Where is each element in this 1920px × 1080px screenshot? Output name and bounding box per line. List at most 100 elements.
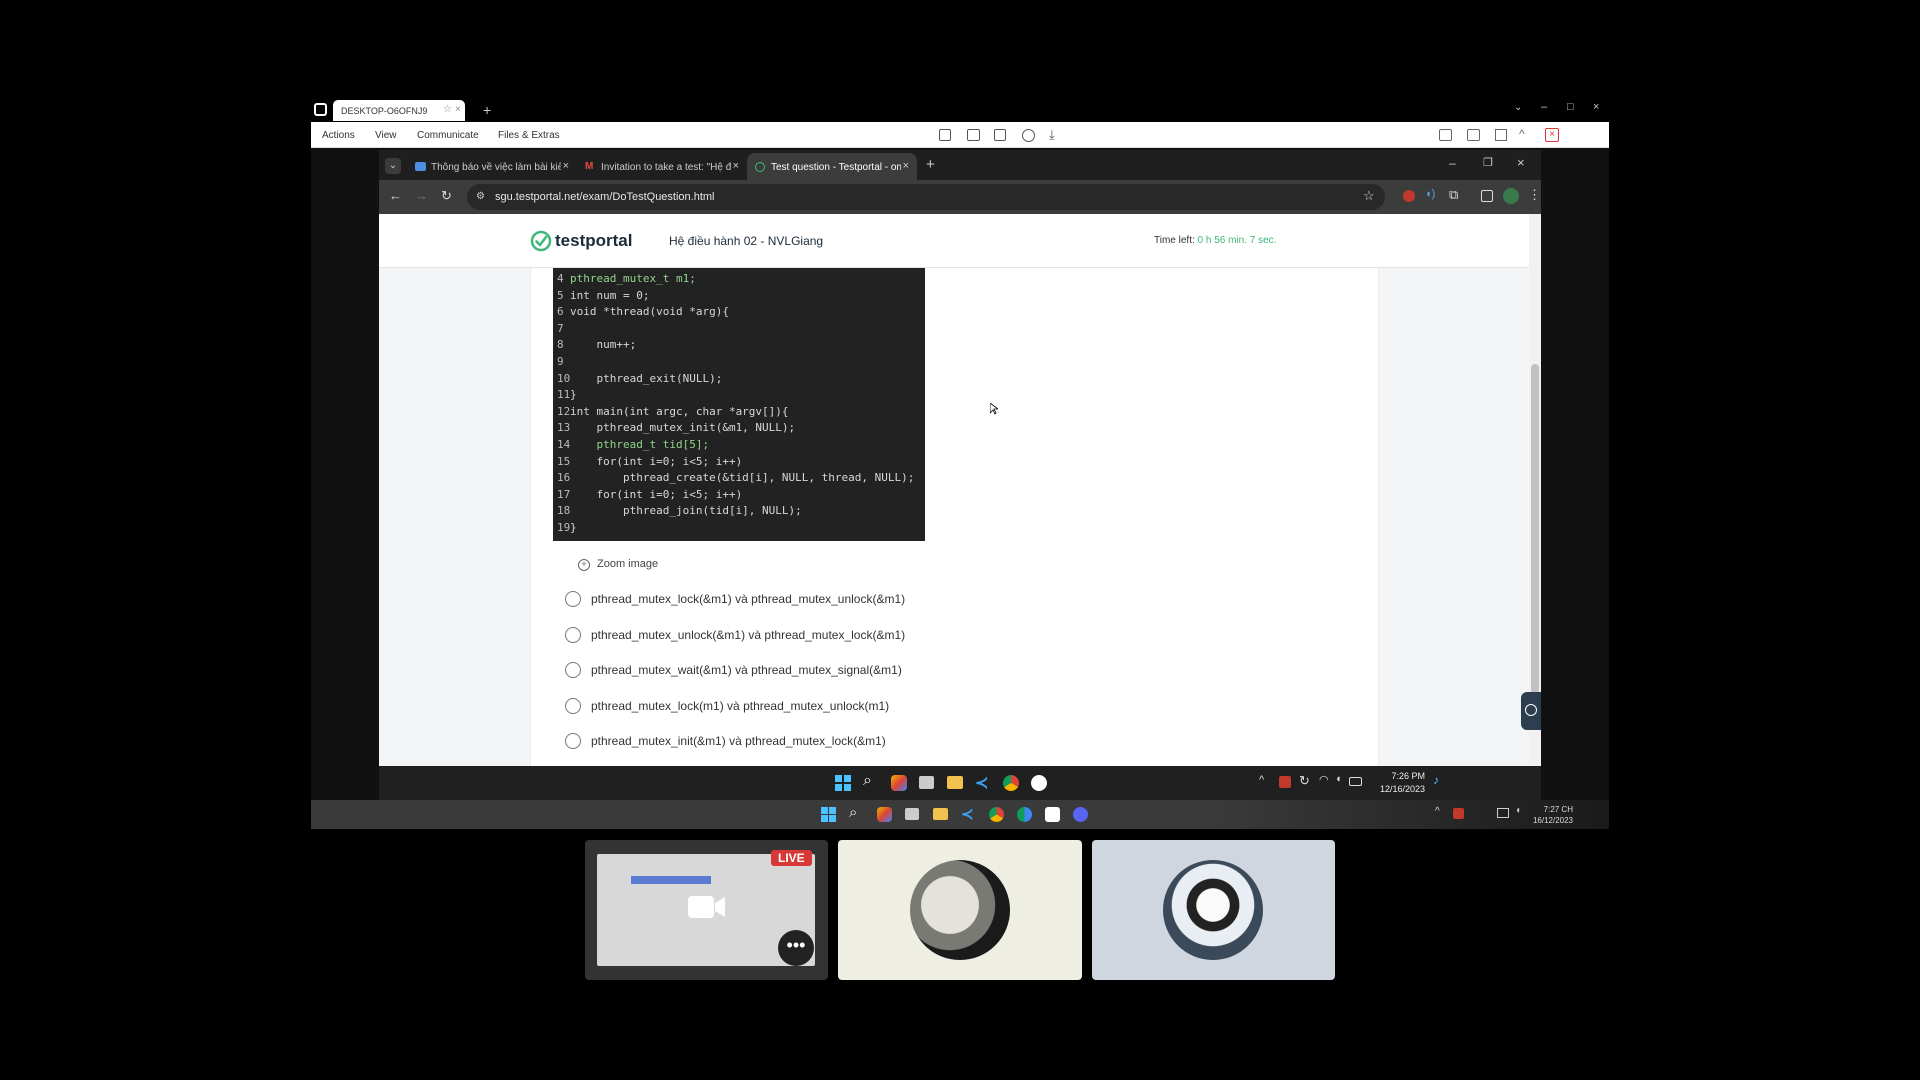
menu-dots-icon[interactable]: ⋮ xyxy=(1528,187,1541,203)
page-scrollbar[interactable] xyxy=(1529,214,1541,766)
radio-button[interactable] xyxy=(565,626,581,643)
close-tab-icon[interactable]: × xyxy=(563,160,569,172)
radio-button[interactable] xyxy=(565,733,581,749)
code-text: for(int i=0; i<5; i++) xyxy=(570,454,743,468)
tray-app-icon[interactable] xyxy=(1279,776,1291,788)
forward-icon[interactable]: → xyxy=(415,188,428,203)
new-tab-icon[interactable]: + xyxy=(926,156,935,173)
bookmark-star-icon[interactable]: ☆ xyxy=(1363,188,1375,204)
fullscreen-icon[interactable] xyxy=(1495,129,1507,141)
outer-task-view-icon[interactable] xyxy=(905,808,919,820)
close-tab-icon[interactable]: × xyxy=(733,160,739,172)
line-number: 19 xyxy=(557,521,571,534)
tab-search-icon[interactable]: ⌄ xyxy=(385,158,401,174)
radio-button[interactable] xyxy=(565,591,581,607)
download-icon[interactable]: ⤓ xyxy=(1049,127,1055,143)
video-camera-icon xyxy=(688,896,725,918)
search-icon[interactable]: ⌕ xyxy=(863,772,872,790)
speaker-extension-icon[interactable]: ◖) xyxy=(1425,188,1435,200)
close-window-icon[interactable]: × xyxy=(1593,101,1599,113)
outer-clock[interactable]: 7:27 CH 16/12/2023 xyxy=(1521,804,1573,826)
outer-tray-app-icon[interactable] xyxy=(1453,808,1464,819)
code-image[interactable]: 4 pthread_mutex_t m1; 5 int num = 0; 6 void *… xyxy=(553,268,925,541)
tab-invitation[interactable]: M Invitation to take a test: "Hệ điề × xyxy=(577,153,747,180)
side-panel-icon[interactable] xyxy=(1481,190,1493,202)
chevron-down-icon[interactable]: ⌄ xyxy=(1514,102,1522,113)
menu-communicate[interactable]: Communicate xyxy=(417,130,479,141)
more-options-icon[interactable]: ••• xyxy=(778,930,814,966)
radio-button[interactable] xyxy=(565,697,581,714)
extensions-icon[interactable]: ⧉ xyxy=(1449,187,1458,203)
remote-session-tab[interactable]: DESKTOP-O6OFNJ9 ☆ × xyxy=(333,100,465,121)
minimize-icon[interactable]: – xyxy=(1541,101,1547,113)
outer-monitor-icon[interactable] xyxy=(1497,808,1509,818)
chevron-up-icon[interactable]: ^ xyxy=(1519,127,1525,141)
inner-time: 7:26 PM xyxy=(1391,771,1425,781)
file-transfer-icon[interactable] xyxy=(994,129,1006,141)
line-number: 4 xyxy=(557,272,564,285)
outer-search-icon[interactable]: ⌕ xyxy=(849,804,857,821)
battery-icon[interactable] xyxy=(1349,777,1362,786)
site-info-icon[interactable]: ⚙ xyxy=(476,191,485,202)
copilot-icon[interactable] xyxy=(891,775,907,791)
notification-bell-icon[interactable]: ♪ xyxy=(1433,773,1439,787)
wifi-icon[interactable]: ◠ xyxy=(1319,773,1329,786)
outer-tray-chevron-icon[interactable]: ^ xyxy=(1435,806,1440,817)
menu-files-extras[interactable]: Files & Extras xyxy=(498,130,560,141)
outer-remote-app-icon[interactable] xyxy=(1045,807,1060,822)
outer-copilot-icon[interactable] xyxy=(877,807,892,822)
quality-icon[interactable] xyxy=(1439,129,1452,141)
line-number: 8 xyxy=(557,338,564,352)
outer-file-explorer-icon[interactable] xyxy=(933,808,948,820)
message-icon[interactable] xyxy=(967,129,980,141)
code-text: pthread_mutex_t m1; xyxy=(570,272,696,285)
line-number: 14 xyxy=(557,438,571,451)
inner-clock[interactable]: 7:26 PM 12/16/2023 xyxy=(1365,770,1425,796)
task-view-icon[interactable] xyxy=(919,776,934,789)
outer-chrome-profile-icon[interactable] xyxy=(1017,807,1032,822)
menu-actions[interactable]: Actions xyxy=(322,130,355,141)
outer-vscode-icon[interactable]: ≺ xyxy=(961,805,974,823)
new-tab-icon[interactable]: + xyxy=(483,102,491,118)
star-icon[interactable]: ☆ xyxy=(443,104,452,115)
maximize-icon[interactable]: □ xyxy=(1567,101,1574,113)
reload-icon[interactable]: ↻ xyxy=(441,188,452,204)
tab-thong-bao[interactable]: Thông báo về việc làm bài kiểm × xyxy=(407,153,577,180)
sync-icon[interactable]: ↻ xyxy=(1299,773,1310,789)
testportal-favicon-icon xyxy=(755,162,765,172)
scrollbar-thumb[interactable] xyxy=(1531,364,1539,694)
remote-menubar: Actions View Communicate Files & Extras … xyxy=(311,122,1609,148)
profile-avatar[interactable] xyxy=(1503,188,1519,204)
chrome-icon[interactable] xyxy=(1003,775,1019,791)
extension-badge-icon[interactable] xyxy=(1403,190,1415,202)
screen-share-tile[interactable]: LIVE ••• xyxy=(585,840,828,980)
close-icon[interactable]: × xyxy=(455,104,461,115)
end-session-icon[interactable]: × xyxy=(1545,128,1559,142)
tray-chevron-icon[interactable]: ^ xyxy=(1259,774,1264,786)
floating-helper-button[interactable] xyxy=(1521,692,1541,730)
back-icon[interactable]: ← xyxy=(389,188,402,203)
restore-icon[interactable]: ❐ xyxy=(1483,156,1493,169)
close-tab-icon[interactable]: × xyxy=(903,160,909,172)
radio-button[interactable] xyxy=(565,662,581,678)
outer-chrome-icon[interactable] xyxy=(989,807,1004,822)
close-window-icon[interactable]: × xyxy=(1517,155,1525,170)
screen-icon[interactable] xyxy=(939,129,951,141)
file-explorer-icon[interactable] xyxy=(947,776,963,789)
volume-icon[interactable]: ◖ xyxy=(1335,773,1342,785)
vscode-icon[interactable]: ≺ xyxy=(975,773,988,793)
record-icon[interactable] xyxy=(1022,129,1035,142)
remote-app-taskbar-icon[interactable] xyxy=(1031,775,1047,791)
tab-test-question[interactable]: Test question - Testportal - onli × xyxy=(747,153,917,180)
screenshot-icon[interactable] xyxy=(1467,129,1480,141)
address-bar[interactable]: ⚙ sgu.testportal.net/exam/DoTestQuestion… xyxy=(467,184,1385,210)
minimize-icon[interactable]: – xyxy=(1449,156,1456,170)
windows-start-icon[interactable] xyxy=(835,775,851,791)
outer-start-icon[interactable] xyxy=(821,807,836,822)
outer-discord-icon[interactable] xyxy=(1073,807,1088,822)
participant-tile-2[interactable] xyxy=(1092,840,1335,980)
timer: Time left: 0 h 56 min. 7 sec. xyxy=(1154,235,1374,251)
line-number: 6 xyxy=(557,305,564,319)
menu-view[interactable]: View xyxy=(375,130,397,141)
participant-tile-1[interactable] xyxy=(838,840,1082,980)
